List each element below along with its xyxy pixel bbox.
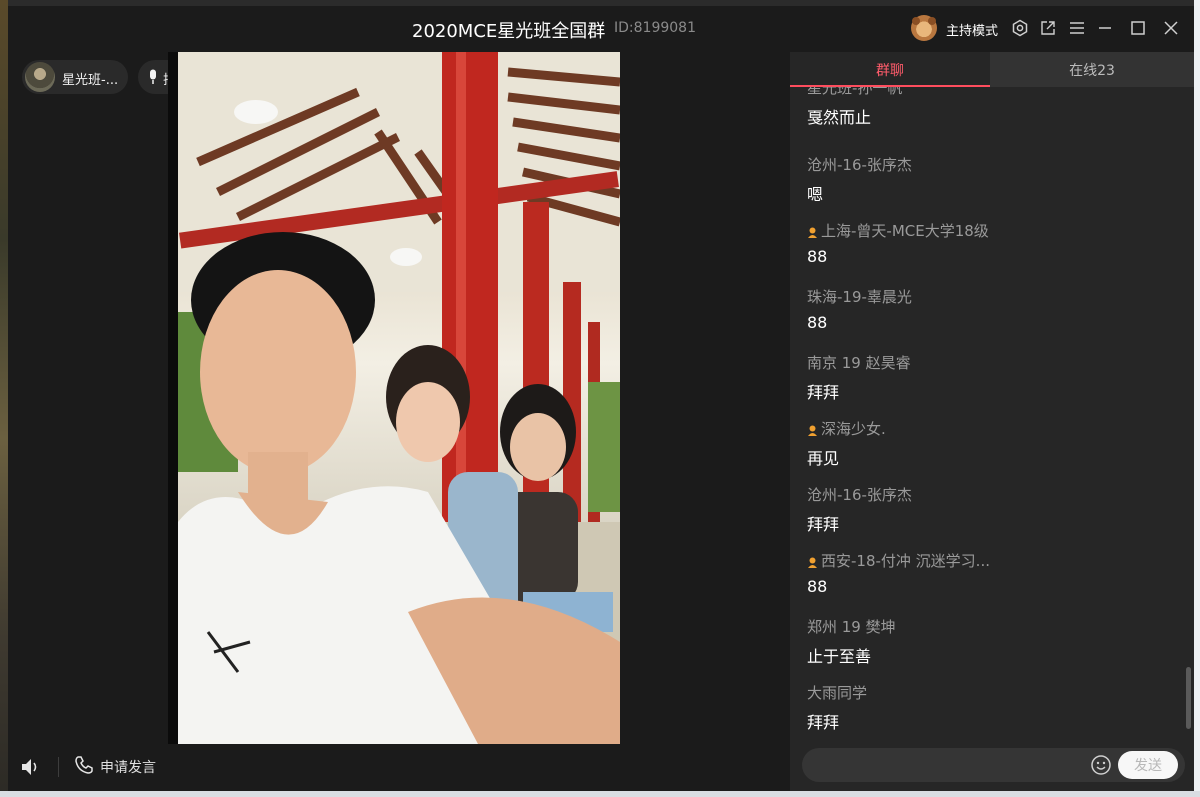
emoji-icon[interactable]: [1090, 754, 1112, 780]
message-sender: 郑州 19 樊坤: [807, 618, 896, 636]
chat-scrollbar[interactable]: [1186, 667, 1191, 729]
title-bar: 2020MCE星光班全国群 ID:8199081 主持模式: [8, 6, 1194, 52]
chat-message: 大雨同学 拜拜: [807, 682, 1177, 733]
message-sender: 沧州-16-张序杰: [807, 156, 912, 174]
message-sender: 西安-18-付冲 沉迷学习...: [807, 550, 1177, 571]
message-sender: 南京 19 赵昊睿: [807, 354, 911, 372]
desktop-background-right: [1194, 0, 1200, 797]
video-feed: [168, 52, 620, 744]
close-icon[interactable]: [1160, 17, 1182, 39]
video-frame-image: [178, 52, 620, 744]
crown-icon: [807, 423, 818, 436]
current-speaker-chip[interactable]: 星光班-...: [22, 60, 128, 94]
chat-message: 珠海-19-辜晨光 88: [807, 286, 1177, 332]
message-text: 再见: [807, 449, 840, 468]
minimize-icon[interactable]: [1094, 17, 1116, 39]
speaker-icon[interactable]: [20, 757, 42, 781]
message-text: 88: [807, 577, 828, 596]
video-stage: 星光班-... 排麦: [8, 52, 790, 744]
message-sender: 星光班-孙一帆: [807, 87, 903, 97]
phone-icon: [74, 755, 94, 779]
crown-icon: [807, 225, 818, 238]
desktop-background-bottom: [0, 791, 1200, 797]
chat-message: 郑州 19 樊坤 止于至善: [807, 616, 1177, 667]
external-window-icon[interactable]: [1037, 17, 1059, 39]
host-avatar[interactable]: [911, 15, 937, 41]
app-window: 2020MCE星光班全国群 ID:8199081 主持模式 星光班-... 申请…: [8, 6, 1194, 791]
host-mode-label[interactable]: 主持模式: [946, 20, 998, 39]
message-sender: 上海-曾天-MCE大学18级: [807, 220, 1177, 241]
window-title: 2020MCE星光班全国群: [412, 21, 606, 42]
message-sender: 珠海-19-辜晨光: [807, 288, 912, 306]
hamburger-menu-icon[interactable]: [1066, 17, 1088, 39]
chat-panel: 群聊 在线23 星光班-孙一帆 戛然而止 沧州-16-张序杰 嗯 上海-曾天-M…: [790, 52, 1194, 791]
toolbar-divider: [58, 757, 59, 777]
message-text: 拜拜: [807, 713, 840, 732]
message-sender: 大雨同学: [807, 684, 868, 702]
send-button[interactable]: 发送: [1118, 751, 1178, 779]
chat-message: 星光班-孙一帆 戛然而止: [807, 87, 1177, 128]
message-sender: 深海少女.: [807, 418, 1177, 439]
message-text: 拜拜: [807, 383, 840, 402]
chat-message: 南京 19 赵昊睿 拜拜: [807, 352, 1177, 403]
speaker-name: 星光班-...: [62, 73, 119, 88]
stage-toolbar: 申请发言: [8, 744, 790, 791]
message-text: 88: [807, 313, 828, 332]
chat-message: 沧州-16-张序杰 拜拜: [807, 484, 1177, 535]
chat-input-field[interactable]: 发送: [802, 748, 1185, 782]
message-text: 88: [807, 247, 828, 266]
message-text: 止于至善: [807, 647, 872, 666]
chat-message: 深海少女. 再见: [807, 418, 1177, 469]
microphone-icon: [147, 69, 159, 89]
tab-group-chat[interactable]: 群聊: [790, 52, 990, 87]
message-text: 嗯: [807, 185, 824, 204]
gear-icon[interactable]: [1009, 17, 1031, 39]
apply-speak-label: 申请发言: [100, 760, 156, 776]
apply-speak-button[interactable]: 申请发言: [74, 754, 156, 780]
tab-online[interactable]: 在线23: [990, 52, 1194, 87]
chat-message: 上海-曾天-MCE大学18级 88: [807, 220, 1177, 266]
chat-tabs: 群聊 在线23: [790, 52, 1194, 87]
message-sender: 沧州-16-张序杰: [807, 486, 912, 504]
maximize-icon[interactable]: [1127, 17, 1149, 39]
message-text: 拜拜: [807, 515, 840, 534]
chat-message: 西安-18-付冲 沉迷学习... 88: [807, 550, 1177, 596]
chat-message: 沧州-16-张序杰 嗯: [807, 154, 1177, 205]
group-id: ID:8199081: [614, 20, 696, 36]
crown-icon: [807, 555, 818, 568]
desktop-background-left: [0, 0, 8, 797]
message-list[interactable]: 星光班-孙一帆 戛然而止 沧州-16-张序杰 嗯 上海-曾天-MCE大学18级 …: [790, 87, 1186, 737]
message-text: 戛然而止: [807, 108, 872, 127]
speaker-avatar: [25, 62, 55, 92]
